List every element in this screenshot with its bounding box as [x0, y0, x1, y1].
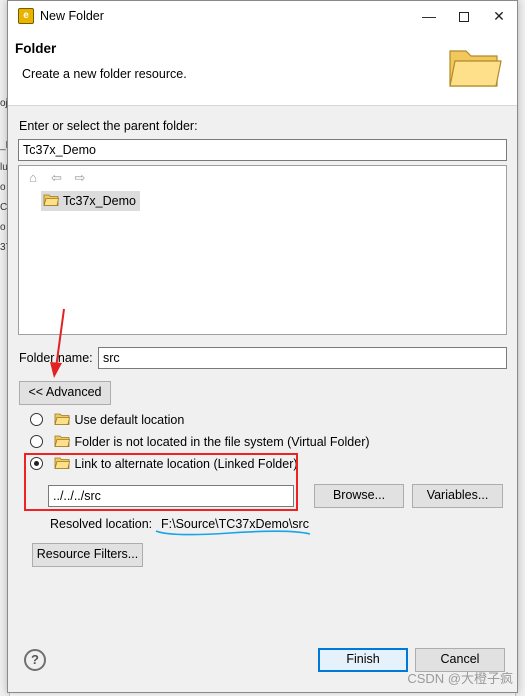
new-folder-dialog: e New Folder — ✕ Folder Create a new fol…	[7, 0, 518, 693]
variables-button[interactable]: Variables...	[412, 484, 503, 508]
radio-default-location[interactable]	[30, 413, 43, 426]
maximize-button[interactable]	[446, 1, 482, 31]
banner-title: Folder	[15, 41, 57, 56]
option-label: Folder is not located in the file system…	[74, 435, 370, 449]
tree-toolbar: ⌂ ⇦ ⇨	[25, 170, 92, 188]
folder-icon	[54, 413, 71, 425]
back-arrow-icon[interactable]: ⇦	[48, 170, 64, 186]
annotation-red-box	[24, 453, 298, 511]
folder-icon	[43, 194, 59, 206]
resolved-location-label: Resolved location:	[50, 517, 153, 531]
title-bar: e New Folder — ✕	[8, 1, 517, 31]
close-button[interactable]: ✕	[481, 1, 517, 31]
resource-filters-button[interactable]: Resource Filters...	[32, 543, 143, 567]
folder-name-input[interactable]: src	[98, 347, 507, 369]
folder-large-icon	[449, 50, 502, 87]
finish-button[interactable]: Finish	[318, 648, 408, 672]
radio-virtual-folder[interactable]	[30, 435, 43, 448]
dialog-banner: Folder Create a new folder resource.	[8, 31, 517, 106]
home-icon[interactable]: ⌂	[25, 170, 41, 186]
browse-button[interactable]: Browse...	[314, 484, 404, 508]
maximize-icon	[459, 12, 469, 23]
parent-folder-input[interactable]: Tc37x_Demo	[18, 139, 507, 161]
option-label: Use default location	[74, 413, 185, 427]
tree-item-label: Tc37x_Demo	[63, 194, 136, 208]
option-virtual-folder[interactable]: Folder is not located in the file system…	[30, 432, 370, 452]
window-title: New Folder	[40, 9, 104, 23]
banner-description: Create a new folder resource.	[22, 67, 187, 81]
watermark: CSDN @大橙子疯	[407, 671, 513, 686]
option-default-location[interactable]: Use default location	[30, 410, 184, 430]
forward-arrow-icon[interactable]: ⇨	[72, 170, 88, 186]
folder-icon	[54, 435, 71, 447]
folder-name-label: Folder name:	[19, 351, 93, 365]
resolved-location-value: F:\Source\TC37xDemo\src	[161, 517, 309, 531]
app-icon: e	[18, 8, 34, 24]
annotation-advanced-marker	[18, 374, 107, 407]
parent-folder-label: Enter or select the parent folder:	[19, 119, 198, 133]
minimize-button[interactable]: —	[411, 1, 447, 31]
help-icon[interactable]: ?	[24, 649, 46, 671]
folder-tree[interactable]: ⌂ ⇦ ⇨ Tc37x_Demo	[18, 165, 507, 335]
tree-item-tc37x-demo[interactable]: Tc37x_Demo	[41, 191, 140, 211]
minimize-icon: —	[422, 8, 436, 24]
close-icon: ✕	[493, 8, 505, 24]
